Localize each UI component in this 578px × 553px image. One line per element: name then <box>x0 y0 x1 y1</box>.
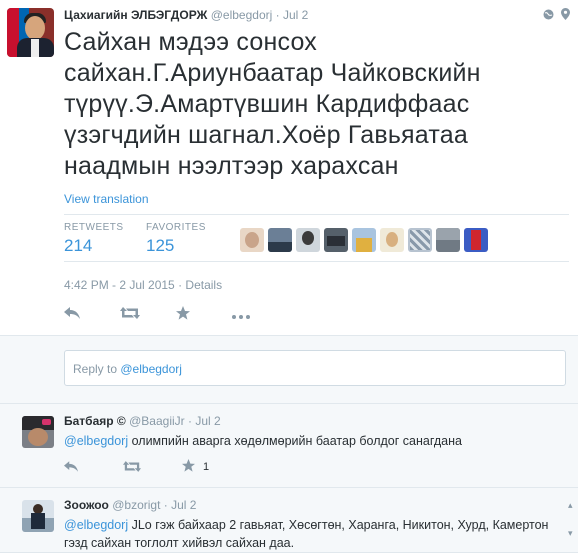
header-icons <box>539 8 570 23</box>
reply-text: @elbegdorj олимпийн аварга хөдөлмөрийн б… <box>64 432 564 450</box>
tweet-actions <box>64 305 288 325</box>
tweet-header: Цахиагийн ЭЛБЭГДОРЖ @elbegdorj · Jul 2 <box>64 8 308 22</box>
reply-icon[interactable] <box>64 459 88 475</box>
reply-body: олимпийн аварга хөдөлмөрийн баатар болдо… <box>128 434 462 448</box>
retweet-icon[interactable] <box>120 306 150 324</box>
details-link[interactable]: Details <box>185 278 222 292</box>
favorite-count: 1 <box>203 461 210 473</box>
reply-actions: 1 <box>64 459 209 475</box>
avatar[interactable] <box>7 8 54 57</box>
favorite-icon[interactable] <box>182 459 195 475</box>
view-translation-link[interactable]: View translation <box>64 192 149 206</box>
author-handle[interactable]: @elbegdorj <box>211 8 273 22</box>
favoriter-avatar[interactable] <box>408 228 432 252</box>
favorites-label: FAVORITES <box>146 222 206 233</box>
separator-dot: · <box>275 8 280 22</box>
tweet-text-line: Сайхан мэдээ сонсох <box>64 28 317 56</box>
more-icon[interactable] <box>232 306 262 324</box>
reply-header: Зоожоо @bzorigt · Jul 2 <box>64 498 196 512</box>
author-name[interactable]: Батбаяр © <box>64 414 126 428</box>
favoriter-avatar[interactable] <box>324 228 348 252</box>
tweet-time[interactable]: Jul 2 <box>171 498 196 512</box>
reply-header: Батбаяр © @BaagiiJr · Jul 2 <box>64 414 221 428</box>
favorite-icon[interactable] <box>176 305 206 325</box>
author-handle[interactable]: @bzorigt <box>112 498 160 512</box>
tweet-text: Сайхан мэдээ сонсох сайхан.Г.Ариунбаатар… <box>64 27 564 182</box>
favoriter-avatars <box>240 228 492 252</box>
globe-icon <box>543 9 557 23</box>
author-name[interactable]: Цахиагийн ЭЛБЭГДОРЖ <box>64 8 207 22</box>
favoriter-avatar[interactable] <box>380 228 404 252</box>
location-pin-icon <box>561 8 570 23</box>
tweet-stats: RETWEETS 214 FAVORITES 125 <box>64 214 569 262</box>
reply-prefix: Reply to <box>73 362 118 376</box>
scroll-up-arrow-icon[interactable]: ▴ <box>568 500 578 510</box>
mention-link[interactable]: @elbegdorj <box>64 434 128 448</box>
mention-link[interactable]: @elbegdorj <box>64 518 128 532</box>
reply-icon[interactable] <box>64 306 94 324</box>
retweets-count[interactable]: 214 <box>64 236 124 256</box>
favoriter-avatar[interactable] <box>464 228 488 252</box>
reply-text: @elbegdorj JLo гэж байхаар 2 гавьяат, Хө… <box>64 516 564 552</box>
retweets-stat[interactable]: RETWEETS 214 <box>64 222 124 256</box>
reply-area: Reply to @elbegdorj <box>0 336 578 404</box>
author-handle[interactable]: @BaagiiJr <box>129 414 185 428</box>
tweet-timestamp: 4:42 PM - 2 Jul 2015 · Details <box>64 278 223 292</box>
favoriter-avatar[interactable] <box>436 228 460 252</box>
tweet-text-line: түрүү.Э.Амартүвшин Кардиффаас <box>64 90 470 118</box>
reply-tweet[interactable]: Батбаяр © @BaagiiJr · Jul 2 @elbegdorj о… <box>0 404 578 488</box>
avatar[interactable] <box>22 500 54 532</box>
reply-body: JLo гэж байхаар 2 гавьяат, Хөсөгтөн, Хар… <box>64 518 549 550</box>
reply-input[interactable]: Reply to @elbegdorj <box>64 350 566 386</box>
retweet-icon[interactable] <box>123 459 147 475</box>
avatar[interactable] <box>22 416 54 448</box>
tweet-text-line: сайхан.Г.Ариунбаатар Чайковскийн <box>64 59 481 87</box>
reply-mention: @elbegdorj <box>120 362 182 376</box>
reply-tweet[interactable]: Зоожоо @bzorigt · Jul 2 @elbegdorj JLo г… <box>0 488 578 553</box>
favorites-stat[interactable]: FAVORITES 125 <box>146 222 206 256</box>
author-name[interactable]: Зоожоо <box>64 498 109 512</box>
scroll-down-arrow-icon[interactable]: ▾ <box>568 528 578 538</box>
tweet-text-line: наадмын нээлтээр харахсан <box>64 152 399 180</box>
favorites-count[interactable]: 125 <box>146 236 206 256</box>
favoriter-avatar[interactable] <box>352 228 376 252</box>
retweets-label: RETWEETS <box>64 222 124 233</box>
separator-dot: · <box>163 498 168 512</box>
favoriter-avatar[interactable] <box>240 228 264 252</box>
tweet-time[interactable]: Jul 2 <box>195 414 220 428</box>
tweet-text-line: үзэгчдийн шагнал.Хоёр Гавьяатаа <box>64 121 468 149</box>
favoriter-avatar[interactable] <box>296 228 320 252</box>
main-tweet: Цахиагийн ЭЛБЭГДОРЖ @elbegdorj · Jul 2 С… <box>0 0 578 336</box>
favoriter-avatar[interactable] <box>268 228 292 252</box>
separator-dot: · <box>188 414 193 428</box>
tweet-time[interactable]: Jul 2 <box>283 8 308 22</box>
timestamp-text[interactable]: 4:42 PM - 2 Jul 2015 <box>64 278 175 292</box>
